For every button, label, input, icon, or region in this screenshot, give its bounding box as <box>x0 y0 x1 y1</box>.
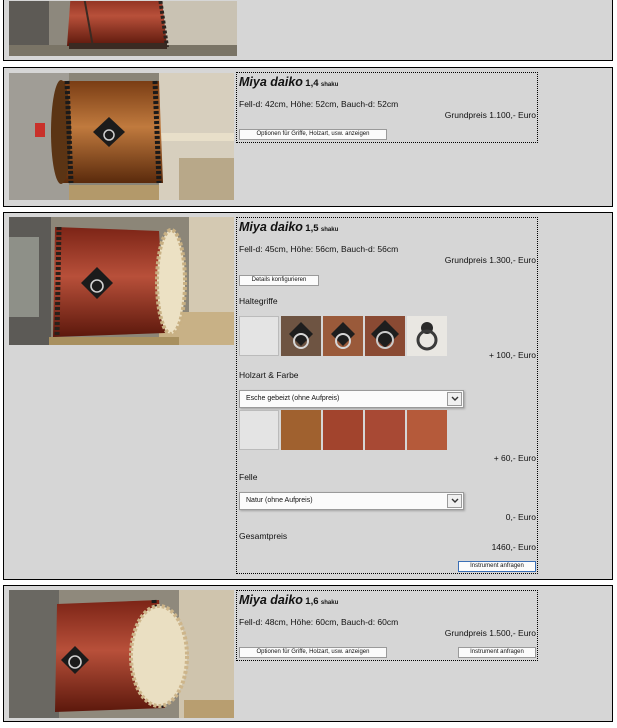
show-options-button[interactable]: Optionen für Griffe, Holzart, usw. anzei… <box>239 647 387 658</box>
product-panel-2: Miya daiko 1,5 shaku Fell-d: 45cm, Höhe:… <box>3 212 613 580</box>
ring-handle-icon <box>365 316 405 356</box>
wood-label: Holzart & Farbe <box>239 370 299 380</box>
drum-photo <box>9 217 234 345</box>
configure-details-button[interactable]: Details konfigurieren <box>239 275 319 286</box>
handle-option-none[interactable] <box>239 316 279 356</box>
skins-selected-value: Natur (ohne Aufpreis) <box>246 497 313 504</box>
product-info: Miya daiko 1,6 shaku Fell-d: 48cm, Höhe:… <box>236 590 538 661</box>
skins-label: Felle <box>239 472 258 482</box>
wood-swatch-none[interactable] <box>239 410 279 450</box>
base-price: Grundpreis 1.500,- Euro <box>444 628 536 638</box>
handle-option-2[interactable] <box>323 316 363 356</box>
base-price: Grundpreis 1.100,- Euro <box>444 110 536 120</box>
ornate-ring-handle-icon <box>407 316 447 356</box>
product-panel-3: Miya daiko 1,6 shaku Fell-d: 48cm, Höhe:… <box>3 585 613 722</box>
handle-option-1[interactable] <box>281 316 321 356</box>
handle-option-3[interactable] <box>365 316 405 356</box>
product-panel-0 <box>3 0 613 61</box>
handle-option-4[interactable] <box>407 316 447 356</box>
wood-select[interactable]: Esche gebeizt (ohne Aufpreis) <box>239 390 464 408</box>
chevron-down-icon <box>447 494 462 508</box>
request-instrument-button[interactable]: Instrument anfragen <box>458 647 536 658</box>
product-dimensions: Fell-d: 45cm, Höhe: 56cm, Bauch-d: 56cm <box>239 244 399 254</box>
product-size-unit: shaku <box>320 600 339 606</box>
total-price: 1460,- Euro <box>491 542 536 552</box>
total-label: Gesamtpreis <box>239 531 288 541</box>
request-instrument-button[interactable]: Instrument anfragen <box>458 561 536 572</box>
product-size-unit: shaku <box>320 227 339 233</box>
chevron-down-icon <box>447 392 462 406</box>
drum-photo <box>9 590 234 718</box>
wood-swatch-1[interactable] <box>281 410 321 450</box>
product-info: Miya daiko 1,4 shaku Fell-d: 42cm, Höhe:… <box>236 72 538 143</box>
ring-handle-icon <box>323 316 363 356</box>
product-dimensions: Fell-d: 48cm, Höhe: 60cm, Bauch-d: 60cm <box>239 617 399 627</box>
skins-select[interactable]: Natur (ohne Aufpreis) <box>239 492 464 510</box>
product-size: 1,4 <box>305 78 319 89</box>
handles-price: + 100,- Euro <box>488 350 536 360</box>
wood-swatch-4[interactable] <box>407 410 447 450</box>
product-name: Miya daiko <box>239 75 303 89</box>
product-name: Miya daiko <box>239 220 303 234</box>
product-panel-1: Miya daiko 1,4 shaku Fell-d: 42cm, Höhe:… <box>3 67 613 207</box>
product-size-unit: shaku <box>320 82 339 88</box>
base-price: Grundpreis 1.300,- Euro <box>444 255 536 265</box>
wood-price: + 60,- Euro <box>493 453 536 463</box>
wood-selected-value: Esche gebeizt (ohne Aufpreis) <box>246 395 340 402</box>
handles-label: Haltegriffe <box>239 296 278 306</box>
product-title: Miya daiko 1,4 shaku <box>239 75 338 89</box>
product-title: Miya daiko 1,6 shaku <box>239 593 338 607</box>
drum-photo <box>9 73 234 200</box>
product-size: 1,5 <box>305 223 319 234</box>
product-dimensions: Fell-d: 42cm, Höhe: 52cm, Bauch-d: 52cm <box>239 99 399 109</box>
show-options-button[interactable]: Optionen für Griffe, Holzart, usw. anzei… <box>239 129 387 140</box>
ring-handle-icon <box>281 316 321 356</box>
skins-price: 0,- Euro <box>505 512 536 522</box>
product-name: Miya daiko <box>239 593 303 607</box>
product-configurator: Miya daiko 1,5 shaku Fell-d: 45cm, Höhe:… <box>236 217 538 574</box>
product-size: 1,6 <box>305 596 319 607</box>
wood-swatch-2[interactable] <box>323 410 363 450</box>
drum-photo <box>9 1 237 56</box>
product-title: Miya daiko 1,5 shaku <box>239 220 338 234</box>
wood-swatch-3[interactable] <box>365 410 405 450</box>
